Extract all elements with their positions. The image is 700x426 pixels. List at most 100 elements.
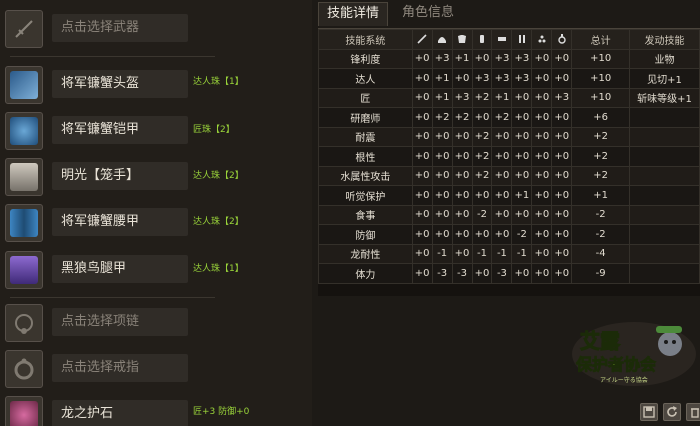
skill-point-cell: +0 (531, 204, 553, 225)
skill-point-cell: +0 (531, 243, 553, 264)
skill-point-cell: -3 (491, 263, 513, 284)
activated-skill-cell (628, 224, 700, 245)
skill-point-cell: +1 (431, 68, 453, 89)
legs-icon (518, 34, 525, 43)
logo-line1: 艾露 (580, 329, 621, 353)
skill-point-cell: +3 (431, 48, 453, 69)
skill-point-cell: +0 (551, 126, 573, 147)
save-button[interactable] (640, 403, 658, 421)
skill-point-cell: +0 (551, 146, 573, 167)
table-row: 研磨师 +0 +2 +2 +0 +2 +0 +0 +0 +6 (318, 107, 700, 128)
activated-skill-cell (628, 243, 700, 264)
skill-point-cell: +0 (471, 185, 493, 206)
waist-deco: 达人珠【2】 (193, 217, 244, 227)
skill-point-cell: +0 (531, 87, 553, 108)
skill-point-cell: +0 (551, 68, 573, 89)
skill-point-cell: +0 (451, 204, 473, 225)
skill-name-cell: 耐震 (318, 126, 413, 147)
tab-skill-detail[interactable]: 技能详情 (318, 2, 389, 26)
weapon-icon (417, 34, 427, 44)
necklace-icon (5, 304, 43, 342)
skill-point-cell: +0 (531, 224, 553, 245)
ring-slot[interactable]: 点击选择戒指 (0, 348, 312, 392)
skill-point-cell: +0 (491, 165, 513, 186)
logo-line2: 保护者协会 (575, 355, 656, 374)
chest-slot-label[interactable]: 将军镰蟹铠甲 (52, 116, 188, 144)
skill-point-cell: +0 (451, 126, 473, 147)
talisman-slot-label[interactable]: 龙之护石 (52, 400, 188, 426)
arms-slot-label[interactable]: 明光【笼手】 (52, 162, 188, 190)
skill-point-cell: +0 (471, 263, 493, 284)
skill-point-cell: +0 (551, 224, 573, 245)
skill-point-cell: +0 (531, 185, 553, 206)
skill-point-cell: +0 (411, 263, 433, 284)
skill-point-cell: +0 (411, 126, 433, 147)
necklace-slot[interactable]: 点击选择项链 (0, 302, 312, 346)
col-header-system: 技能系统 (318, 29, 413, 50)
skill-point-cell: +0 (431, 185, 453, 206)
skill-point-cell: -1 (491, 243, 513, 264)
ring-slot-label[interactable]: 点击选择戒指 (52, 354, 188, 382)
head-slot[interactable]: 将军镰蟹头盔 达人珠【1】 (0, 64, 312, 108)
skill-point-cell: +0 (551, 185, 573, 206)
skill-point-cell: +0 (511, 107, 533, 128)
legs-slot[interactable]: 黑狼鸟腿甲 达人珠【1】 (0, 249, 312, 293)
talisman-slot[interactable]: 龙之护石 匠+3 防御+0 (0, 394, 312, 426)
arms-deco: 达人珠【2】 (193, 171, 244, 181)
skill-point-cell: +0 (411, 146, 433, 167)
skill-point-cell: -1 (511, 243, 533, 264)
table-row: 防御 +0 +0 +0 +0 +0 -2 +0 +0 -2 (318, 224, 700, 245)
skill-name-cell: 防御 (318, 224, 413, 245)
col-header-total: 总计 (571, 29, 630, 50)
skill-point-cell: +0 (431, 126, 453, 147)
skill-point-cell: +0 (431, 146, 453, 167)
col-header-chest-icon (451, 29, 473, 50)
skill-point-cell: +0 (531, 107, 553, 128)
arms-slot[interactable]: 明光【笼手】 达人珠【2】 (0, 156, 312, 200)
waist-slot[interactable]: 将军镰蟹腰甲 达人珠【2】 (0, 202, 312, 246)
skill-point-cell: +2 (471, 87, 493, 108)
tab-char-info[interactable]: 角色信息 (394, 2, 462, 26)
skill-point-cell: +0 (511, 204, 533, 225)
col-header-weapon-icon (411, 29, 433, 50)
skill-name-cell: 根性 (318, 146, 413, 167)
chest-slot[interactable]: 将军镰蟹铠甲 匠珠【2】 (0, 110, 312, 154)
skill-point-cell: +1 (511, 185, 533, 206)
col-header-legs-icon (511, 29, 533, 50)
skill-point-cell: +0 (411, 68, 433, 89)
table-header-row: 技能系统 总计 发动技能 (318, 29, 700, 50)
skill-point-cell: +2 (471, 146, 493, 167)
skill-point-cell: +0 (551, 204, 573, 225)
skill-point-cell: +0 (451, 224, 473, 245)
skill-point-cell: +0 (531, 146, 553, 167)
skill-point-cell: +0 (411, 243, 433, 264)
talisman-icon (558, 33, 566, 44)
table-row: 食事 +0 +0 +0 -2 +0 +0 +0 +0 -2 (318, 204, 700, 225)
clear-button[interactable] (686, 403, 700, 421)
skill-point-cell: +2 (471, 165, 493, 186)
skill-point-cell: +3 (511, 48, 533, 69)
skill-total-cell: +10 (571, 68, 630, 89)
skill-total-cell: +6 (571, 107, 630, 128)
weapon-slot[interactable]: 点击选择武器 (0, 8, 312, 52)
refresh-button[interactable] (663, 403, 681, 421)
activated-skill-cell (628, 107, 700, 128)
skill-point-cell: +0 (551, 243, 573, 264)
skill-point-cell: +0 (531, 48, 553, 69)
skill-point-cell: +3 (491, 48, 513, 69)
skill-point-cell: +3 (471, 68, 493, 89)
weapon-slot-label[interactable]: 点击选择武器 (52, 14, 188, 42)
legs-slot-label[interactable]: 黑狼鸟腿甲 (52, 255, 188, 283)
skill-point-cell: +3 (551, 87, 573, 108)
skill-total-cell: +2 (571, 165, 630, 186)
gauntlet-icon (5, 158, 43, 196)
chest-icon (458, 34, 467, 43)
necklace-slot-label[interactable]: 点击选择项链 (52, 308, 188, 336)
activated-skill-cell (628, 185, 700, 206)
skill-table: 技能系统 总计 发动技能 锋利度 +0 +3 +1 +0 +3 +3 +0 +0 +10 业物 达人 +0… (318, 29, 700, 284)
skill-point-cell: +0 (431, 224, 453, 245)
head-slot-label[interactable]: 将军镰蟹头盔 (52, 70, 188, 98)
skill-name-cell: 达人 (318, 68, 413, 89)
waist-slot-label[interactable]: 将军镰蟹腰甲 (52, 208, 188, 236)
skill-point-cell: +0 (451, 165, 473, 186)
